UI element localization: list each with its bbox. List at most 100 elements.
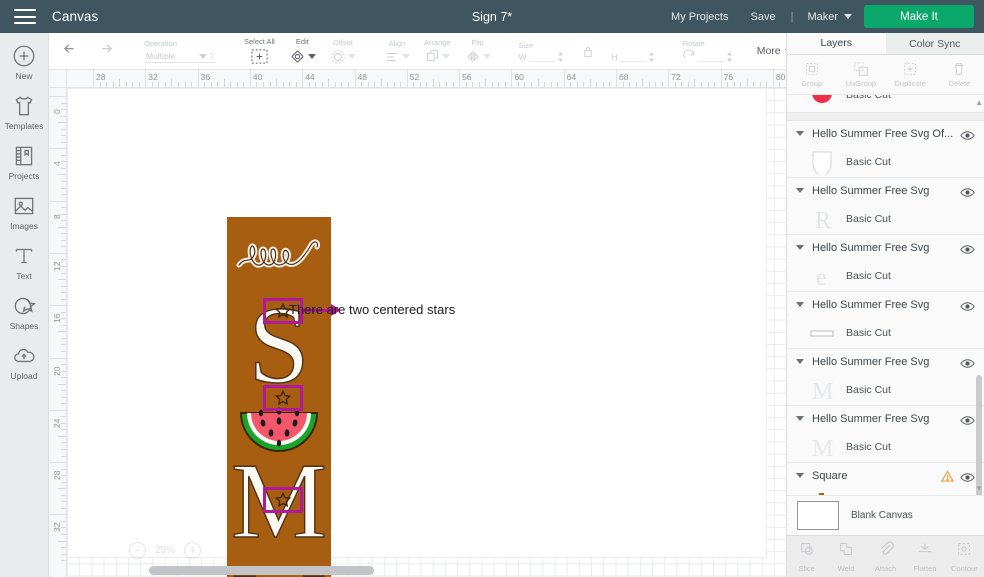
align-button[interactable]: Align [377,39,417,64]
sidebar-item-templates[interactable]: Templates [0,93,49,131]
attach-button[interactable]: Attach [866,540,905,573]
select-all-button[interactable]: Select All [237,37,282,65]
undo-icon[interactable] [56,41,88,62]
ruler-minor-tick [125,82,127,87]
sidebar-item-shapes[interactable]: Shapes [0,293,49,331]
visibility-toggle-icon[interactable] [960,413,975,425]
layer-group[interactable]: Hello Summer Free Svg M Basic Cut [787,406,984,463]
chevron-down-icon[interactable] [796,416,804,421]
layer-child[interactable]: Basic Cut [787,146,984,177]
visibility-toggle-icon[interactable] [960,128,975,140]
layer-header[interactable]: Hello Summer Free Svg [787,349,984,374]
zoom-in-button[interactable]: + [184,542,202,559]
ruler-label: 48 [357,72,367,82]
star-highlight-box-3[interactable] [263,487,303,513]
visibility-toggle-icon[interactable] [960,185,975,197]
header-actions: My Projects Save | Maker Make It [660,5,984,28]
chevron-down-icon[interactable] [796,188,804,193]
ruler-minor-tick [236,82,238,87]
layer-child[interactable]: R Basic Cut [787,203,984,234]
layer-group[interactable]: Hello Summer Free Svg e Basic Cut [787,235,984,292]
duplicate-button[interactable]: Duplicate [886,61,935,88]
edit-button[interactable]: Edit [282,37,323,65]
sidebar-item-images[interactable]: Images [0,193,49,231]
slice-button[interactable]: Slice [787,541,826,573]
visibility-toggle-icon[interactable] [960,299,975,311]
layer-group-square[interactable]: Square Basic Cut [787,463,984,495]
blank-canvas-row[interactable]: Blank Canvas [787,495,984,535]
canvas-label[interactable]: Canvas [52,9,98,24]
stepper-icon[interactable] [557,51,564,62]
layer-header[interactable]: Hello Summer Free Svg [787,178,984,203]
chevron-down-icon[interactable] [796,245,804,250]
scroll-up-icon[interactable]: ▲ [975,98,983,107]
ruler-minor-tick [576,82,578,87]
zoom-controls[interactable]: − 25% + [129,542,202,559]
contour-button[interactable]: Contour [945,541,984,573]
machine-selector[interactable]: Maker [797,11,864,23]
layer-header[interactable]: Hello Summer Free Svg [787,406,984,431]
layer-group[interactable]: Hello Summer Free Svg Of... Basic Cut [787,121,984,178]
chevron-down-icon[interactable] [796,131,804,136]
layer-child[interactable]: Basic Cut [787,95,984,104]
lock-icon[interactable] [582,45,594,58]
sidebar-item-upload[interactable]: Upload [0,343,49,381]
visibility-toggle-icon[interactable] [960,470,975,482]
offset-button[interactable]: Offset [323,38,363,65]
hamburger-icon[interactable] [14,9,36,24]
sidebar-item-new[interactable]: New [0,43,49,81]
arrange-icon [425,49,450,64]
delete-button[interactable]: Delete [935,61,984,88]
design-canvas[interactable]: 28 32 36 40 44 48 52 56 60 64 68 72 76 80 0 4 8 12 16 20 24… [49,70,786,577]
layer-child[interactable]: Basic Cut [787,488,984,495]
layer-group[interactable]: Hello Summer Free Svg R Basic Cut [787,178,984,235]
ruler-minor-tick [58,435,66,437]
flatten-button[interactable]: Flatten [905,541,944,573]
visibility-toggle-icon[interactable] [960,242,975,254]
layers-list[interactable]: Basic Cut Hello Summer Free Svg Of... Ba… [787,95,984,495]
my-projects-link[interactable]: My Projects [660,11,739,23]
zoom-out-button[interactable]: − [129,542,146,559]
warning-icon[interactable] [941,469,954,482]
scroll-down-icon[interactable]: ▼ [975,484,983,493]
sidebar-item-projects[interactable]: Projects [0,143,49,181]
chevron-down-icon[interactable] [796,302,804,307]
layer-header[interactable]: Hello Summer Free Svg [787,235,984,260]
width-input[interactable]: W [519,51,564,62]
redo-icon[interactable] [88,41,120,62]
flip-button[interactable]: Flip [458,38,498,64]
sidebar-item-text[interactable]: Text [0,243,49,281]
layer-child[interactable]: e Basic Cut [787,260,984,291]
layer-child[interactable]: Basic Cut [787,317,984,348]
chevron-down-icon[interactable] [796,359,804,364]
chevron-down-icon[interactable] [796,473,804,478]
layer-header[interactable]: Hello Summer Free Svg Of... [787,121,984,146]
operation-help-icon[interactable]: ? [210,52,214,61]
group-button[interactable]: Group [787,61,836,88]
ungroup-button[interactable]: UnGroup [836,61,885,88]
tab-layers[interactable]: Layers [787,33,886,54]
make-it-button[interactable]: Make It [864,5,974,28]
layer-header[interactable]: Hello Summer Free Svg [787,292,984,317]
operation-select[interactable]: Multiple ? [144,50,216,63]
layers-scrollbar[interactable] [976,375,982,495]
arrange-button[interactable]: Arrange [417,38,458,64]
save-button[interactable]: Save [740,11,787,23]
star-highlight-box-2[interactable] [263,385,303,411]
stepper-icon[interactable] [648,51,655,62]
rotate-input[interactable] [683,50,733,63]
layer-row-partial[interactable]: Basic Cut [787,95,984,113]
tab-color-sync[interactable]: Color Sync [886,33,984,54]
visibility-toggle-icon[interactable] [960,356,975,368]
layer-group[interactable]: Hello Summer Free Svg M Basic Cut [787,349,984,406]
layer-child[interactable]: M Basic Cut [787,374,984,405]
height-input[interactable]: H [612,51,655,62]
width-value [528,52,555,62]
canvas-horizontal-scrollbar[interactable] [149,566,374,575]
stepper-icon[interactable] [726,51,733,62]
layer-child[interactable]: M Basic Cut [787,431,984,462]
layer-group[interactable]: Hello Summer Free Svg Basic Cut [787,292,984,349]
select-all-label: Select All [244,37,275,46]
weld-button[interactable]: Weld [826,541,865,573]
layer-header[interactable]: Square [787,463,984,488]
